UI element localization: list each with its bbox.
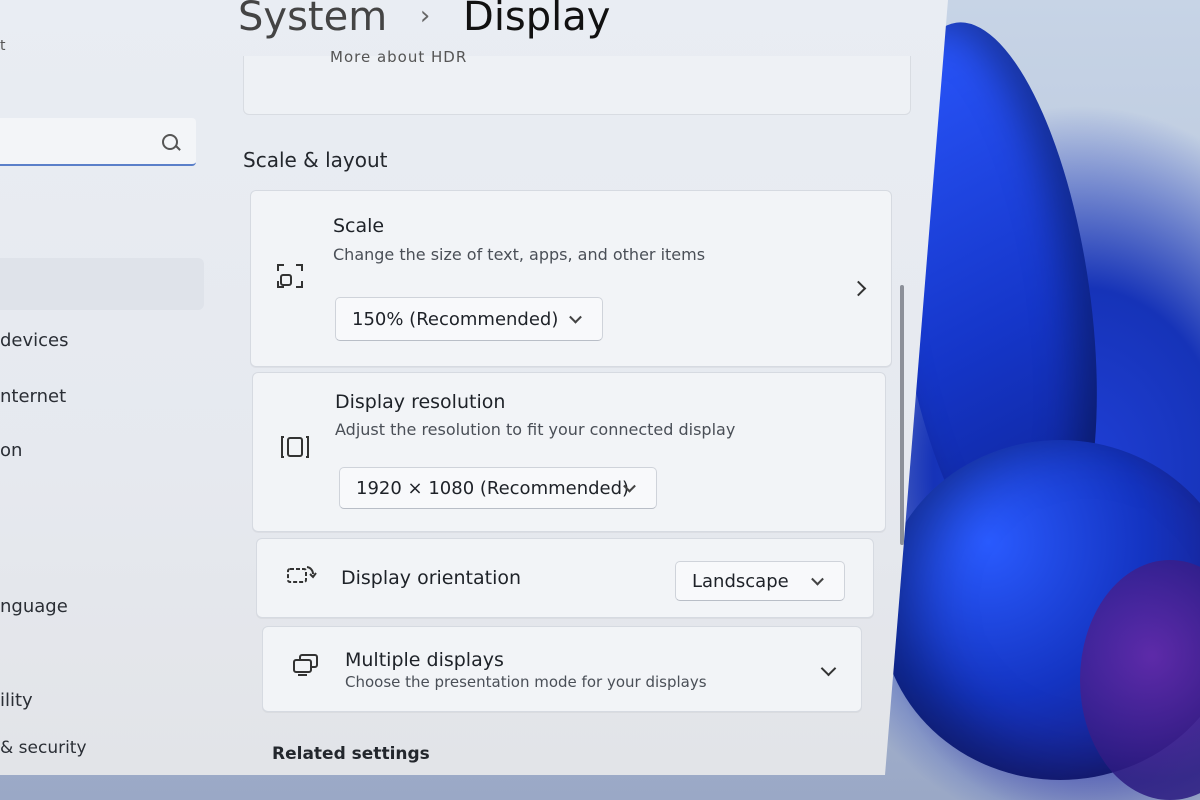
- resolution-icon: [279, 433, 311, 465]
- settings-window: t devices nternet on nguage ility & secu…: [0, 0, 948, 775]
- breadcrumb-separator-icon: ›: [419, 1, 431, 31]
- sidebar-item-privacy-security[interactable]: & security: [0, 738, 87, 758]
- display-orientation-card: Display orientation Landscape: [256, 538, 874, 618]
- multiple-displays-card[interactable]: Multiple displays Choose the presentatio…: [262, 626, 862, 712]
- scale-dropdown-value: 150% (Recommended): [352, 308, 559, 330]
- sidebar-item-system-selected[interactable]: [0, 258, 204, 310]
- orientation-dropdown-value: Landscape: [692, 570, 789, 592]
- display-resolution-title: Display resolution: [335, 391, 506, 413]
- chevron-right-icon[interactable]: [850, 280, 867, 297]
- display-resolution-description: Adjust the resolution to fit your connec…: [335, 420, 736, 439]
- settings-search-input[interactable]: [0, 118, 196, 166]
- multiple-displays-icon: [291, 653, 321, 681]
- chevron-down-icon: [811, 572, 824, 586]
- sidebar-item-network[interactable]: nternet: [0, 386, 66, 407]
- hdr-card: More about HDR: [243, 48, 911, 115]
- resolution-dropdown-value: 1920 × 1080 (Recommended): [356, 477, 630, 499]
- sidebar-item-accessibility[interactable]: ility: [0, 690, 33, 711]
- content-scrollbar[interactable]: [900, 285, 904, 545]
- display-orientation-title: Display orientation: [341, 567, 522, 589]
- scale-dropdown[interactable]: 150% (Recommended): [335, 297, 603, 341]
- sidebar-item-time-language[interactable]: nguage: [0, 596, 68, 617]
- scale-title: Scale: [333, 215, 385, 237]
- chevron-down-icon[interactable]: [820, 660, 837, 677]
- breadcrumb-system[interactable]: System: [238, 0, 387, 40]
- scale-description: Change the size of text, apps, and other…: [333, 245, 706, 264]
- sidebar-item-devices[interactable]: devices: [0, 330, 69, 351]
- sidebar-user-fragment: t: [0, 38, 6, 54]
- section-title-scale-layout: Scale & layout: [243, 148, 388, 172]
- breadcrumb: System › Display: [238, 0, 610, 40]
- more-about-hdr-link[interactable]: More about HDR: [330, 48, 467, 62]
- multiple-displays-description: Choose the presentation mode for your di…: [345, 673, 707, 691]
- search-icon[interactable]: [162, 134, 178, 150]
- sidebar-item-personalization[interactable]: on: [0, 440, 22, 461]
- display-resolution-card: Display resolution Adjust the resolution…: [252, 372, 886, 532]
- scale-card[interactable]: Scale Change the size of text, apps, and…: [250, 190, 892, 367]
- resolution-dropdown[interactable]: 1920 × 1080 (Recommended): [339, 467, 657, 509]
- orientation-dropdown[interactable]: Landscape: [675, 561, 845, 601]
- page-title: Display: [463, 0, 611, 40]
- chevron-down-icon: [569, 310, 582, 324]
- multiple-displays-title: Multiple displays: [345, 649, 504, 671]
- section-title-related-settings: Related settings: [272, 744, 430, 764]
- orientation-icon: [285, 561, 317, 591]
- scale-icon: [275, 261, 305, 295]
